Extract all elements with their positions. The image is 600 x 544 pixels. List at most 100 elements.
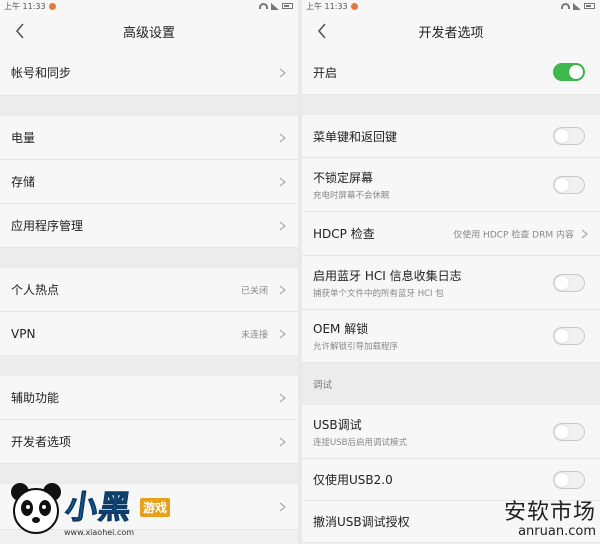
row-label: 个人热点 xyxy=(11,283,60,297)
row-hdcp-check[interactable]: HDCP 检查 仅使用 HDCP 检查 DRM 内容 xyxy=(302,212,600,256)
row-summary: 允许解锁引导加载程序 xyxy=(313,342,399,352)
row-label: 应用程序管理 xyxy=(11,219,84,233)
title-bar: 高级设置 xyxy=(0,12,298,50)
row-storage[interactable]: 存储 xyxy=(0,160,298,204)
page-title: 开发者选项 xyxy=(418,25,484,41)
signal-icon xyxy=(573,2,581,10)
section-gap xyxy=(0,248,298,268)
back-icon[interactable] xyxy=(10,21,30,41)
row-label: 开启 xyxy=(313,65,338,80)
row-label: 撤消USB调试授权 xyxy=(313,515,410,529)
panda-icon xyxy=(11,483,61,534)
chevron-right-icon xyxy=(279,329,286,338)
chevron-right-icon xyxy=(279,68,286,77)
row-summary: 捕获单个文件中的所有蓝牙 HCI 包 xyxy=(313,288,444,299)
toggle-knob xyxy=(555,472,569,487)
toggle-knob xyxy=(555,129,569,143)
oem-unlock-toggle[interactable] xyxy=(553,327,585,345)
row-oem-unlock[interactable]: OEM 解锁 允许解锁引导加载程序 xyxy=(302,310,600,363)
toggle-knob xyxy=(555,177,569,192)
row-label: 仅使用USB2.0 xyxy=(313,473,393,487)
chevron-right-icon xyxy=(279,221,286,230)
row-vpn[interactable]: VPN 未连接 xyxy=(0,312,298,356)
row-label: USB调试 xyxy=(313,417,362,432)
chevron-right-icon xyxy=(279,437,286,446)
notification-icon xyxy=(350,2,358,10)
logo-site: www.xiaohei.com xyxy=(64,528,135,537)
status-time: 上午 11:33 xyxy=(306,1,348,11)
battery-icon xyxy=(584,3,595,9)
row-label: 菜单键和返回键 xyxy=(313,129,398,144)
row-battery[interactable]: 电量 xyxy=(0,116,298,160)
row-account-sync[interactable]: 帐号和同步 xyxy=(0,50,298,96)
section-gap xyxy=(302,95,600,115)
row-hotspot[interactable]: 个人热点 已关闭 xyxy=(0,268,298,312)
row-label: 不锁定屏幕 xyxy=(313,170,374,185)
page-title: 高级设置 xyxy=(122,25,175,41)
row-bluetooth-hci-log[interactable]: 启用蓝牙 HCI 信息收集日志 捕获单个文件中的所有蓝牙 HCI 包 xyxy=(302,256,600,310)
toggle-knob xyxy=(569,65,583,79)
advanced-settings-screen: 上午 11:33 高级设置 帐号和同步 电量 存储 应用程序管理 个人热点 已关… xyxy=(0,0,298,544)
battery-icon xyxy=(282,3,293,9)
row-label: 帐号和同步 xyxy=(11,66,72,80)
hdcp-value: 仅使用 HDCP 检查 DRM 内容 xyxy=(453,230,574,240)
row-text: 不锁定屏幕 充电时屏幕不会休眠 xyxy=(313,169,390,201)
watermark-main-text: 安软市场 xyxy=(503,500,596,525)
row-label: 存储 xyxy=(11,175,36,189)
watermark-sub-text: anruan.com xyxy=(518,524,596,539)
chevron-right-icon xyxy=(279,502,286,511)
developer-options-screen: 上午 11:33 开发者选项 开启 菜单键和返回键 不锁定屏幕 充电时屏幕不会休… xyxy=(302,0,600,544)
chevron-right-icon xyxy=(279,177,286,186)
section-gap xyxy=(0,96,298,116)
hotspot-status: 已关闭 xyxy=(240,286,268,296)
bt-hci-toggle[interactable] xyxy=(553,273,585,292)
row-label: 电量 xyxy=(11,131,36,145)
stay-awake-toggle[interactable] xyxy=(553,175,585,194)
row-usb-debugging[interactable]: USB调试 连接USB后启用调试模式 xyxy=(302,405,600,459)
row-summary: 充电时屏幕不会休眠 xyxy=(313,190,390,201)
section-gap xyxy=(0,356,298,376)
row-summary: 连接USB后启用调试模式 xyxy=(313,437,407,448)
back-icon[interactable] xyxy=(312,21,332,41)
anruan-watermark: 安软市场 anruan.com xyxy=(504,494,596,539)
chevron-right-icon xyxy=(279,285,286,294)
wifi-icon xyxy=(561,3,570,9)
chevron-right-icon xyxy=(279,133,286,142)
status-bar: 上午 11:33 xyxy=(0,0,298,12)
menu-keys-toggle[interactable] xyxy=(553,127,585,145)
row-developer-enable[interactable]: 开启 xyxy=(302,50,600,95)
notification-icon xyxy=(48,2,56,10)
row-developer-options[interactable]: 开发者选项 xyxy=(0,420,298,464)
vpn-status: 未连接 xyxy=(240,330,268,340)
row-text: OEM 解锁 允许解锁引导加载程序 xyxy=(313,320,398,352)
toggle-knob xyxy=(555,424,569,439)
chevron-right-icon xyxy=(581,229,588,238)
row-label: 辅助功能 xyxy=(11,391,60,405)
row-label: OEM 解锁 xyxy=(313,322,369,336)
status-time: 上午 11:33 xyxy=(4,1,46,11)
status-bar: 上午 11:33 xyxy=(302,0,600,12)
xiaohei-logo: 小黑 游戏 www.xiaohei.com xyxy=(0,476,200,544)
wifi-icon xyxy=(259,3,268,9)
title-bar: 开发者选项 xyxy=(302,12,600,50)
usb2-toggle[interactable] xyxy=(553,470,585,489)
toggle-knob xyxy=(555,329,569,343)
row-accessibility[interactable]: 辅助功能 xyxy=(0,376,298,420)
row-app-management[interactable]: 应用程序管理 xyxy=(0,204,298,248)
row-stay-awake[interactable]: 不锁定屏幕 充电时屏幕不会休眠 xyxy=(302,158,600,212)
row-label: VPN xyxy=(11,326,36,341)
logo-brand-text: 小黑 xyxy=(63,488,135,527)
signal-icon xyxy=(271,2,279,10)
row-label: 开发者选项 xyxy=(11,435,72,449)
row-label: HDCP 检查 xyxy=(313,227,375,241)
toggle-knob xyxy=(555,275,569,290)
enable-toggle[interactable] xyxy=(553,63,585,81)
row-text: 启用蓝牙 HCI 信息收集日志 捕获单个文件中的所有蓝牙 HCI 包 xyxy=(313,267,462,299)
logo-tag: 游戏 xyxy=(140,498,171,517)
section-header-debug: 调试 xyxy=(302,363,600,405)
row-text: USB调试 连接USB后启用调试模式 xyxy=(313,416,407,448)
usb-debug-toggle[interactable] xyxy=(553,422,585,441)
chevron-right-icon xyxy=(279,393,286,402)
row-label: 启用蓝牙 HCI 信息收集日志 xyxy=(313,268,462,283)
row-menu-back-keys[interactable]: 菜单键和返回键 xyxy=(302,115,600,158)
